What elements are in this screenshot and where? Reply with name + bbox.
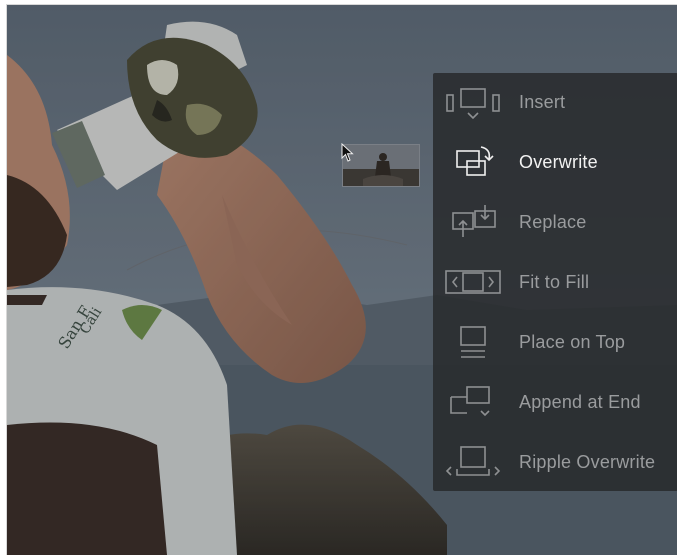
option-label: Place on Top: [519, 331, 626, 352]
timeline-viewer[interactable]: San F Cali Insert Overwrite Replace Fit …: [6, 4, 677, 555]
replace-edit-icon: [441, 201, 505, 243]
insert-edit-icon: [441, 81, 505, 123]
option-append-at-end[interactable]: Append at End: [433, 373, 677, 431]
place-on-top-icon: [441, 321, 505, 363]
option-insert[interactable]: Insert: [433, 73, 677, 131]
option-label: Insert: [519, 91, 566, 112]
option-overwrite[interactable]: Overwrite: [433, 133, 677, 191]
option-ripple-overwrite[interactable]: Ripple Overwrite: [433, 433, 677, 491]
overwrite-edit-icon: [441, 141, 505, 183]
option-replace[interactable]: Replace: [433, 193, 677, 251]
option-place-on-top[interactable]: Place on Top: [433, 313, 677, 371]
fit-to-fill-icon: [441, 261, 505, 303]
option-label: Ripple Overwrite: [519, 451, 656, 472]
ripple-overwrite-icon: [441, 441, 505, 483]
option-label: Replace: [519, 211, 587, 232]
option-label: Append at End: [519, 391, 641, 412]
option-label: Fit to Fill: [519, 271, 590, 292]
edit-overlay-menu: Insert Overwrite Replace Fit to Fill Pla…: [433, 73, 677, 491]
append-at-end-icon: [441, 381, 505, 423]
mouse-pointer-icon: [341, 143, 354, 162]
option-fit-to-fill[interactable]: Fit to Fill: [433, 253, 677, 311]
option-label: Overwrite: [519, 151, 598, 172]
